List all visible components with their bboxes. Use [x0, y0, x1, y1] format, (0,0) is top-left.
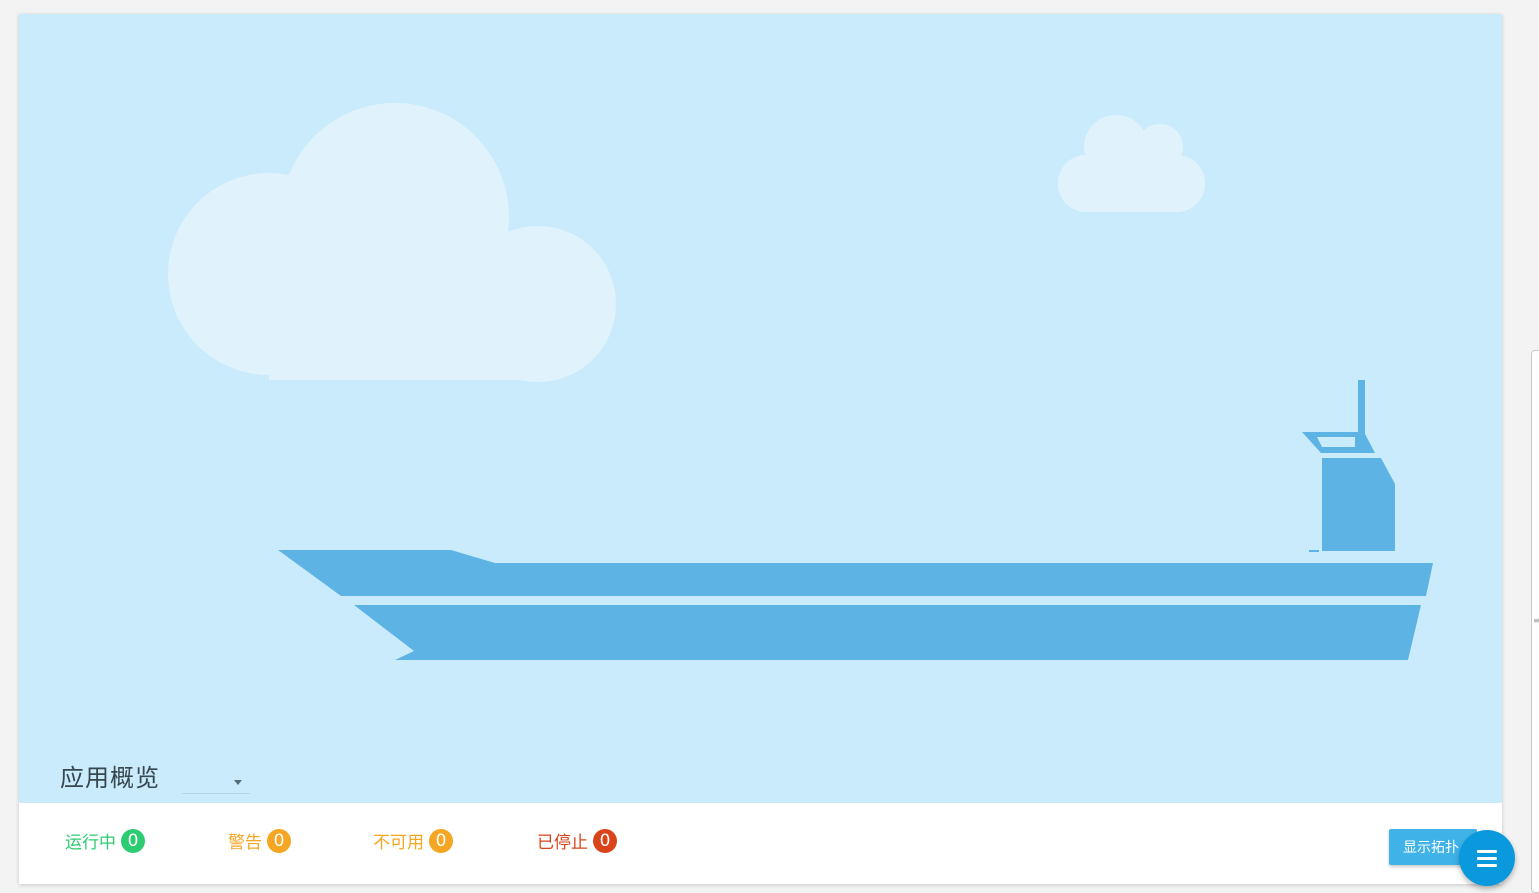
menu-icon [1477, 849, 1497, 853]
status-stopped-count: 0 [593, 828, 617, 853]
status-unavailable-label: 不可用 [373, 833, 424, 853]
large-cloud [168, 103, 616, 382]
hero-illustration [19, 14, 1502, 803]
ship [278, 380, 1433, 660]
status-warning-label: 警告 [228, 833, 262, 853]
status-running[interactable]: 运行中 0 [65, 828, 145, 853]
status-running-label: 运行中 [65, 833, 116, 853]
chevron-down-icon [234, 780, 242, 785]
overview-header: 应用概览 [60, 762, 250, 794]
floating-menu-button[interactable] [1459, 830, 1515, 886]
app-select-dropdown[interactable] [182, 763, 250, 794]
status-warning-count: 0 [267, 828, 291, 853]
status-stopped[interactable]: 已停止 0 [537, 828, 617, 853]
ship-illustration [168, 103, 1433, 660]
status-unavailable-count: 0 [429, 828, 453, 853]
app-overview-card: 应用概览 [19, 14, 1502, 884]
status-stopped-label: 已停止 [537, 833, 588, 853]
grip-icon: ≡ [1533, 616, 1539, 625]
status-unavailable[interactable]: 不可用 0 [373, 828, 453, 853]
status-warning[interactable]: 警告 0 [228, 828, 291, 853]
status-running-count: 0 [121, 828, 145, 853]
page-title: 应用概览 [60, 764, 160, 792]
small-cloud [1058, 115, 1205, 212]
